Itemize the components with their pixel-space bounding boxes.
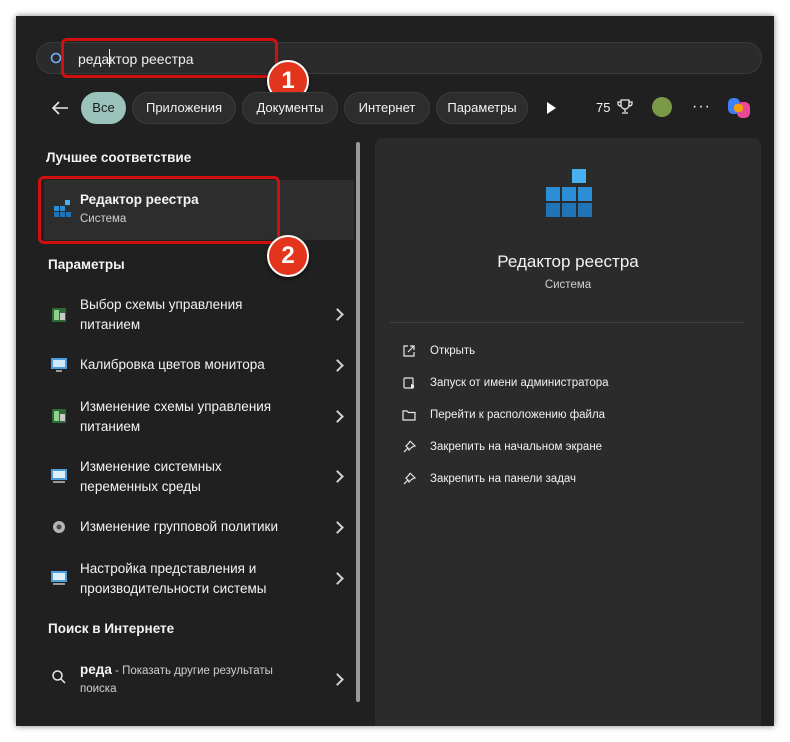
settings-item-line2: переменных среды <box>80 479 201 494</box>
scrollbar[interactable] <box>356 142 360 702</box>
details-subtitle: Система <box>544 279 592 291</box>
settings-item-line1: Изменение схемы управления <box>80 399 272 414</box>
filter-chip-all[interactable]: Все <box>81 92 126 124</box>
chevron-right-icon <box>331 308 344 321</box>
back-arrow-icon[interactable] <box>50 98 70 118</box>
settings-item-line1: Изменение системных <box>80 459 222 474</box>
chevron-right-icon <box>331 521 344 534</box>
web-suffix: - Показать другие результаты <box>111 665 273 677</box>
best-match-heading: Лучшее соответствие <box>46 150 192 165</box>
settings-item-line1: Настройка представления и <box>80 561 257 576</box>
filter-chip-settings[interactable]: Параметры <box>436 92 528 124</box>
search-window: 1 Все Приложения Документы Интернет Пара… <box>16 16 774 726</box>
registry-editor-large-icon <box>546 169 592 217</box>
details-divider <box>390 322 744 323</box>
chevron-right-icon <box>331 410 344 423</box>
filter-chip-documents[interactable]: Документы <box>242 92 338 124</box>
settings-heading: Параметры <box>48 257 125 272</box>
callout-box-search <box>61 38 278 78</box>
open-external-icon <box>403 345 415 357</box>
system-icon <box>51 469 67 483</box>
settings-item-line2: питанием <box>80 419 141 434</box>
chevron-right-icon <box>331 359 344 372</box>
callout-box-best-match <box>38 176 280 244</box>
action-label: Открыть <box>430 345 476 357</box>
web-query: реда <box>80 662 112 677</box>
action-label: Закрепить на начальном экране <box>430 441 603 453</box>
settings-item-line1: Изменение групповой политики <box>80 519 278 534</box>
more-filters-arrow-icon[interactable] <box>547 102 556 114</box>
action-label: Запуск от имени администратора <box>430 377 609 389</box>
settings-item-line1: Калибровка цветов монитора <box>80 357 265 372</box>
more-options-icon[interactable]: ··· <box>692 98 711 116</box>
copilot-icon[interactable] <box>725 94 753 122</box>
web-search-heading: Поиск в Интернете <box>48 621 175 636</box>
power-plan-icon <box>52 409 66 423</box>
action-label: Перейти к расположению файла <box>430 409 606 421</box>
chevron-right-icon <box>331 470 344 483</box>
chevron-right-icon <box>331 572 344 585</box>
group-policy-icon <box>53 521 65 533</box>
pin-icon <box>403 440 416 453</box>
settings-item-line2: питанием <box>80 317 141 332</box>
pin-icon <box>403 472 416 485</box>
monitor-icon <box>51 358 67 372</box>
power-plan-icon <box>52 308 66 322</box>
details-title: Редактор реестра <box>497 252 639 271</box>
shield-admin-icon <box>403 377 414 389</box>
trophy-icon <box>617 99 633 114</box>
callout-badge-2: 2 <box>267 235 309 277</box>
system-icon <box>51 571 67 585</box>
settings-item-line2: производительности системы <box>80 581 267 596</box>
chevron-right-icon <box>331 673 344 686</box>
filter-chip-apps[interactable]: Приложения <box>132 92 236 124</box>
web-suffix-line2: поиска <box>80 683 117 695</box>
search-icon <box>52 670 66 684</box>
filter-chip-internet[interactable]: Интернет <box>344 92 430 124</box>
folder-icon <box>402 410 416 421</box>
settings-item-line1: Выбор схемы управления <box>80 297 243 312</box>
action-label: Закрепить на панели задач <box>430 473 577 485</box>
user-avatar[interactable] <box>652 97 672 117</box>
rewards-points[interactable]: 75 <box>596 100 610 115</box>
